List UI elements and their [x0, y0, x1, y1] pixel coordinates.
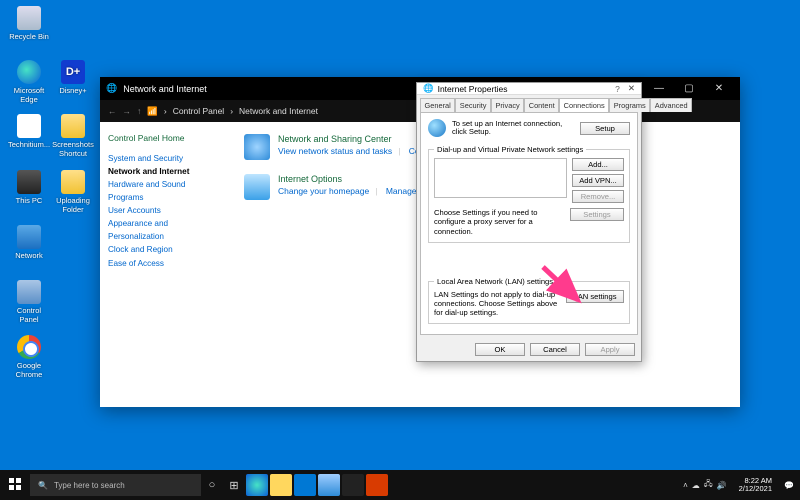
- desktop-icon-chrome[interactable]: Google Chrome: [8, 335, 50, 379]
- taskbar-app-store[interactable]: [294, 474, 316, 496]
- task-view-button[interactable]: ⊞: [223, 479, 245, 492]
- desktop-icon-recycle-bin[interactable]: Recycle Bin: [8, 6, 50, 41]
- system-tray[interactable]: ˄ ☁ 🖧 🔊: [677, 478, 733, 492]
- lan-text: LAN Settings do not apply to dial-up con…: [434, 290, 560, 317]
- cp-network-icon: 🌐: [106, 83, 117, 94]
- desktop-icon-technitium[interactable]: Technitium...: [8, 114, 50, 149]
- sidebar-item-hardware[interactable]: Hardware and Sound: [108, 178, 226, 191]
- tab-security[interactable]: Security: [455, 98, 491, 112]
- ok-button[interactable]: OK: [475, 343, 525, 356]
- close-button[interactable]: ✕: [704, 83, 734, 94]
- sidebar-item-system[interactable]: System and Security: [108, 152, 226, 165]
- remove-button: Remove...: [572, 190, 624, 203]
- up-button[interactable]: ↑: [137, 106, 141, 116]
- ip-help-button[interactable]: ?: [615, 84, 620, 94]
- taskbar-app-controlpanel[interactable]: [318, 474, 340, 496]
- network-sharing-icon: [244, 134, 270, 160]
- desktop-icon-screenshots[interactable]: Screenshots Shortcut: [52, 114, 94, 158]
- internet-properties-dialog: 🌐 Internet Properties ? ✕ General Securi…: [416, 82, 642, 362]
- desktop-icon-edge[interactable]: Microsoft Edge: [8, 60, 50, 104]
- sidebar-item-network[interactable]: Network and Internet: [108, 165, 226, 178]
- breadcrumb-1[interactable]: Control Panel: [173, 106, 225, 116]
- forward-button[interactable]: →: [123, 106, 132, 116]
- ip-tabs: General Security Privacy Content Connect…: [417, 95, 641, 112]
- taskbar-clock[interactable]: 8:22 AM 2/12/2021: [733, 477, 778, 493]
- tray-chevron-icon[interactable]: ˄: [683, 481, 688, 490]
- proxy-text: Choose Settings if you need to configure…: [434, 208, 565, 235]
- sidebar-item-clock[interactable]: Clock and Region: [108, 243, 226, 256]
- ip-close-button[interactable]: ✕: [628, 83, 635, 94]
- ip-tab-content: To set up an Internet connection, click …: [420, 112, 638, 335]
- back-button[interactable]: ←: [108, 106, 117, 116]
- start-button[interactable]: [0, 478, 30, 492]
- apply-button: Apply: [585, 343, 635, 356]
- add-vpn-button[interactable]: Add VPN...: [572, 174, 624, 187]
- tab-connections[interactable]: Connections: [559, 98, 609, 112]
- taskbar-app-generic[interactable]: [366, 474, 388, 496]
- ip-globe-icon: 🌐: [423, 83, 434, 94]
- lan-settings-button[interactable]: LAN settings: [566, 290, 624, 303]
- tray-cloud-icon[interactable]: ☁: [692, 481, 700, 490]
- tab-programs[interactable]: Programs: [609, 98, 650, 112]
- add-button[interactable]: Add...: [572, 158, 624, 171]
- taskbar: 🔍 Type here to search ○ ⊞ ˄ ☁ 🖧 🔊 8:22 A…: [0, 470, 800, 500]
- view-status-link[interactable]: View network status and tasks: [278, 146, 392, 156]
- cp-window-title: Network and Internet: [123, 84, 207, 94]
- sidebar-item-users[interactable]: User Accounts: [108, 204, 226, 217]
- search-placeholder: Type here to search: [54, 481, 125, 490]
- search-icon: 🔍: [38, 481, 48, 490]
- maximize-button[interactable]: ▢: [674, 83, 704, 94]
- cortana-button[interactable]: ○: [201, 479, 223, 491]
- tray-volume-icon[interactable]: 🔊: [717, 481, 727, 490]
- sidebar-item-programs[interactable]: Programs: [108, 191, 226, 204]
- dialup-listbox[interactable]: [434, 158, 567, 198]
- tab-general[interactable]: General: [420, 98, 455, 112]
- desktop-icon-disney[interactable]: D+Disney+: [52, 60, 94, 95]
- sidebar-item-ease[interactable]: Ease of Access: [108, 257, 226, 270]
- cancel-button[interactable]: Cancel: [530, 343, 580, 356]
- homepage-link[interactable]: Change your homepage: [278, 186, 369, 196]
- tab-advanced[interactable]: Advanced: [650, 98, 692, 112]
- cp-sidebar: Control Panel Home System and Security N…: [100, 122, 234, 407]
- setup-globe-icon: [428, 119, 446, 137]
- lan-legend: Local Area Network (LAN) settings: [434, 277, 556, 286]
- taskbar-app-terminal[interactable]: [342, 474, 364, 496]
- dialup-fieldset: Dial-up and Virtual Private Network sett…: [428, 145, 630, 242]
- action-center-button[interactable]: 💬: [778, 481, 800, 490]
- dialup-legend: Dial-up and Virtual Private Network sett…: [434, 145, 586, 154]
- internet-options-icon: [244, 174, 270, 200]
- desktop-icon-uploading[interactable]: Uploading Folder: [52, 170, 94, 214]
- taskbar-app-explorer[interactable]: [270, 474, 292, 496]
- taskbar-search[interactable]: 🔍 Type here to search: [30, 474, 201, 496]
- sidebar-item-appearance[interactable]: Appearance and Personalization: [108, 217, 226, 243]
- tray-network-icon[interactable]: 🖧: [704, 478, 713, 492]
- taskbar-app-edge[interactable]: [246, 474, 268, 496]
- cp-home-link[interactable]: Control Panel Home: [108, 132, 226, 146]
- breadcrumb-2[interactable]: Network and Internet: [239, 106, 318, 116]
- ip-title: Internet Properties: [438, 84, 508, 94]
- desktop-icon-control-panel[interactable]: Control Panel: [8, 280, 50, 324]
- cp-breadcrumb-icon: 📶: [147, 106, 158, 117]
- desktop-icon-this-pc[interactable]: This PC: [8, 170, 50, 205]
- ip-dialog-buttons: OK Cancel Apply: [417, 338, 641, 361]
- settings-button: Settings: [570, 208, 624, 221]
- desktop-icon-network[interactable]: Network: [8, 225, 50, 260]
- tab-content[interactable]: Content: [524, 98, 559, 112]
- setup-button[interactable]: Setup: [580, 122, 630, 135]
- tab-privacy[interactable]: Privacy: [491, 98, 524, 112]
- minimize-button[interactable]: —: [644, 83, 674, 94]
- ip-titlebar[interactable]: 🌐 Internet Properties ? ✕: [417, 83, 641, 95]
- lan-fieldset: Local Area Network (LAN) settings LAN Se…: [428, 277, 630, 324]
- setup-text: To set up an Internet connection, click …: [452, 120, 574, 137]
